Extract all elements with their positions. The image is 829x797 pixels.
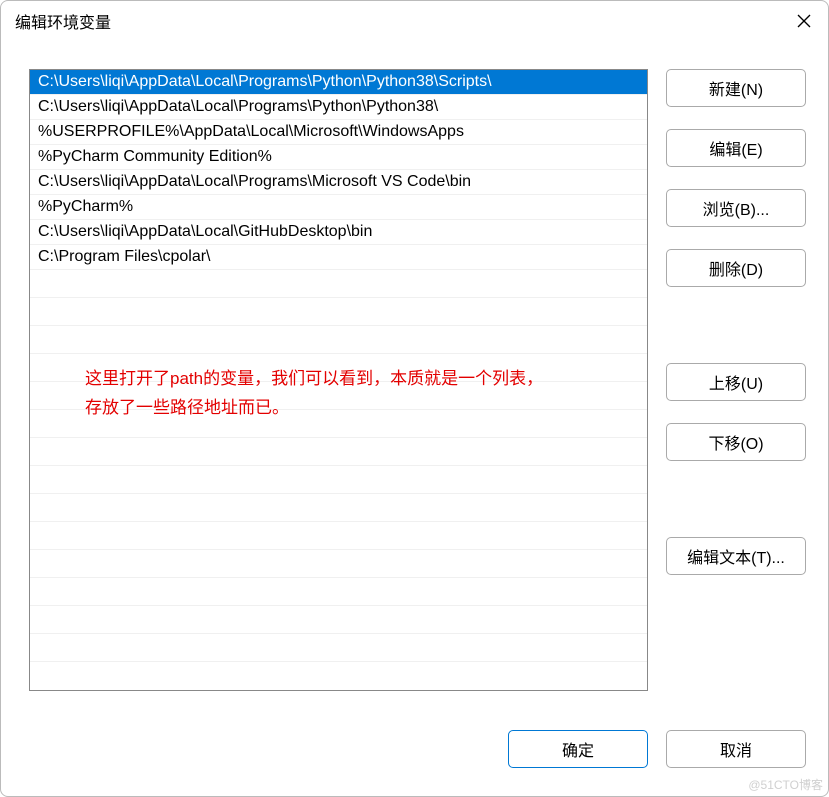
ok-button[interactable]: 确定	[508, 730, 648, 768]
path-list[interactable]: C:\Users\liqi\AppData\Local\Programs\Pyt…	[29, 69, 648, 691]
path-item[interactable]: C:\Program Files\cpolar\	[30, 245, 647, 270]
spacer	[666, 309, 806, 341]
footer: 确定 取消	[1, 730, 828, 796]
spacer	[666, 483, 806, 515]
path-item[interactable]: C:\Users\liqi\AppData\Local\Programs\Mic…	[30, 170, 647, 195]
empty-row	[30, 354, 647, 382]
titlebar: 编辑环境变量	[1, 1, 828, 41]
empty-row	[30, 410, 647, 438]
path-item[interactable]: %PyCharm%	[30, 195, 647, 220]
dialog-window: 编辑环境变量 C:\Users\liqi\AppData\Local\Progr…	[0, 0, 829, 797]
path-item[interactable]: C:\Users\liqi\AppData\Local\Programs\Pyt…	[30, 70, 647, 95]
edit-button[interactable]: 编辑(E)	[666, 129, 806, 167]
empty-row	[30, 494, 647, 522]
empty-row	[30, 522, 647, 550]
empty-row	[30, 578, 647, 606]
path-item[interactable]: %USERPROFILE%\AppData\Local\Microsoft\Wi…	[30, 120, 647, 145]
move-down-button[interactable]: 下移(O)	[666, 423, 806, 461]
empty-row	[30, 270, 647, 298]
new-button[interactable]: 新建(N)	[666, 69, 806, 107]
empty-row	[30, 382, 647, 410]
empty-row	[30, 298, 647, 326]
close-icon[interactable]	[794, 11, 814, 31]
empty-row	[30, 438, 647, 466]
empty-row	[30, 550, 647, 578]
content-area: C:\Users\liqi\AppData\Local\Programs\Pyt…	[1, 41, 828, 730]
empty-row	[30, 634, 647, 662]
empty-row	[30, 606, 647, 634]
path-item[interactable]: %PyCharm Community Edition%	[30, 145, 647, 170]
button-sidebar: 新建(N) 编辑(E) 浏览(B)... 删除(D) 上移(U) 下移(O) 编…	[666, 69, 806, 710]
empty-row	[30, 326, 647, 354]
path-item[interactable]: C:\Users\liqi\AppData\Local\Programs\Pyt…	[30, 95, 647, 120]
window-title: 编辑环境变量	[15, 9, 111, 33]
path-item[interactable]: C:\Users\liqi\AppData\Local\GitHubDeskto…	[30, 220, 647, 245]
delete-button[interactable]: 删除(D)	[666, 249, 806, 287]
empty-row	[30, 466, 647, 494]
move-up-button[interactable]: 上移(U)	[666, 363, 806, 401]
edit-text-button[interactable]: 编辑文本(T)...	[666, 537, 806, 575]
browse-button[interactable]: 浏览(B)...	[666, 189, 806, 227]
cancel-button[interactable]: 取消	[666, 730, 806, 768]
